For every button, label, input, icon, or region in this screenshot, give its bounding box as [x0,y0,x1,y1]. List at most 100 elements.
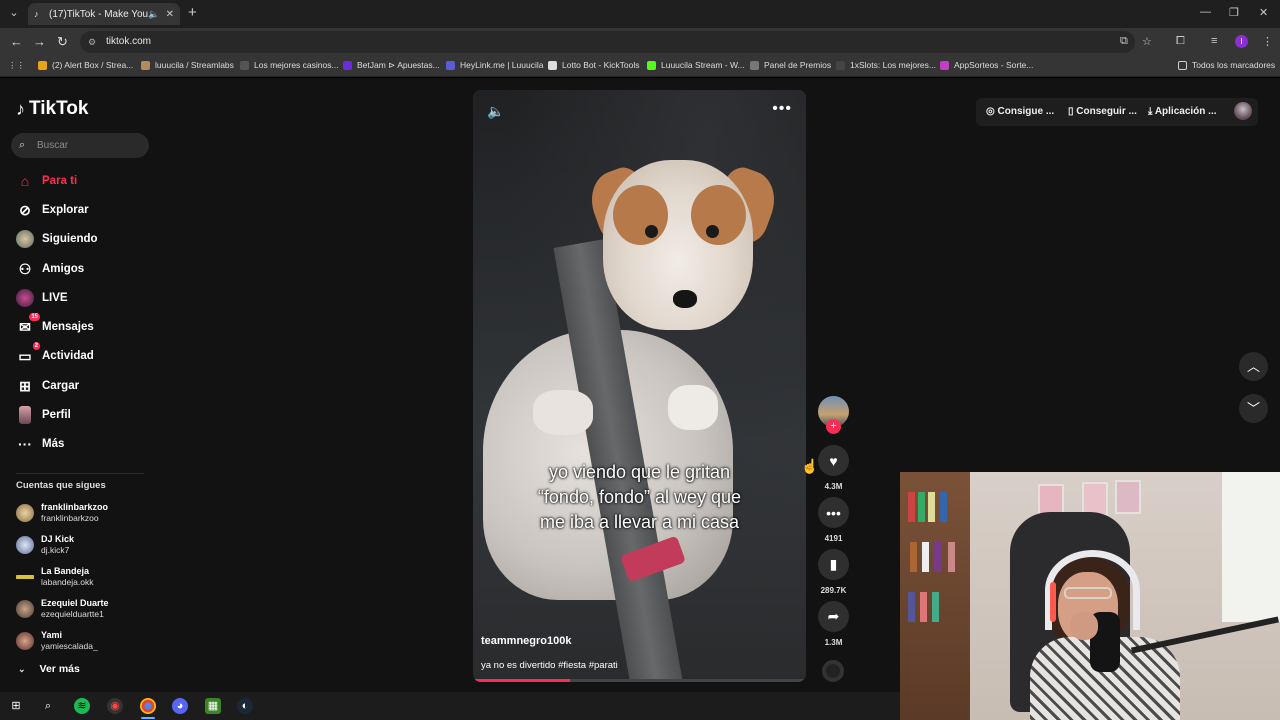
extensions-icon[interactable]: ⧠ [1176,35,1185,48]
volume-icon[interactable]: 🔈 [487,103,504,120]
bookmark-item[interactable]: luuucila / Streamlabs [141,60,234,70]
bookmark-favicon-icon [548,60,557,70]
nav-explore[interactable]: ⊘ Explorar [16,199,89,221]
comment-count: 4191 [824,534,843,543]
nav-more[interactable]: ··· Más [16,433,64,455]
save-button[interactable]: ▮ 289.7K [818,549,849,595]
more-options-icon[interactable]: ••• [772,100,792,118]
bookmark-item[interactable]: (2) Alert Box / Strea... [38,60,133,70]
followed-account[interactable]: franklinbarkzoo franklinbarkzoo [16,502,108,524]
video-author[interactable]: teammnegro100k [481,635,572,647]
new-tab-button[interactable]: + [188,4,197,21]
book [928,492,935,522]
address-toolbar: ← → ↻ ⚙ tiktok.com ⧉ ☆ ⧠ ≡ ⋮ [0,28,1280,56]
get-coins-button[interactable]: ◎ Consigue ... [986,106,1054,117]
nav-friends[interactable]: ⚇ Amigos [16,258,84,280]
get-app-button[interactable]: ▯ Conseguir ... [1068,106,1137,117]
discord-icon[interactable]: ◕ [172,698,188,714]
video-description[interactable]: ya no es divertido #fiesta #parati [481,660,618,671]
nav-upload[interactable]: ⊞ Cargar [16,375,79,397]
next-video-button[interactable]: ﹀ [1239,394,1268,423]
media-control-icon[interactable]: ≡ [1211,35,1217,47]
reload-button[interactable]: ↻ [57,34,68,50]
streamer-hand [1070,612,1098,640]
site-info-icon[interactable]: ⚙ [88,31,96,53]
friends-icon: ⚇ [18,260,32,277]
like-button[interactable]: ♥ 4.3M [818,445,849,491]
nav-live[interactable]: LIVE [16,287,68,309]
video-progress-fill [473,679,570,682]
book [910,542,917,572]
obs-icon[interactable]: ◉ [107,698,123,714]
nav-activity[interactable]: ▭ 2 Actividad [16,342,94,367]
dog-eye [645,225,658,238]
url-bar[interactable]: ⚙ tiktok.com [80,31,1135,53]
nav-profile[interactable]: Perfil [16,404,71,426]
header-actions: ◎ Consigue ... ▯ Conseguir ... ⤓ Aplicac… [976,98,1258,126]
minimize-button[interactable]: — [1200,6,1211,18]
steam-icon[interactable]: ◐ [237,698,253,714]
following-heading: Cuentas que sigues [16,480,106,491]
minecraft-icon[interactable]: ▦ [205,698,221,714]
bookmark-favicon-icon [647,60,656,70]
bookmark-item[interactable]: Los mejores casinos... [240,60,339,70]
followed-account[interactable]: DJ Kick dj.kick7 [16,534,74,556]
back-button[interactable]: ← [10,34,23,49]
windows-start-icon[interactable]: ⊞ [8,698,24,714]
bookmark-item[interactable]: Luuucila Stream - W... [647,60,745,70]
bookmark-item[interactable]: BetJam ⊳ Apuestas... [343,60,440,71]
all-bookmarks-folder[interactable]: Todos los marcadores [1178,60,1275,70]
followed-account[interactable]: Ezequiel Duarte ezequielduartte1 [16,598,109,620]
tab-list-button[interactable]: ⌄ [6,5,22,21]
book [922,542,929,572]
bookmark-star-icon[interactable]: ☆ [1142,35,1152,48]
tab-title: (17)TikTok - Make Your Day [49,8,149,20]
bookmark-item[interactable]: HeyLink.me | Luuucila [446,60,543,70]
video-player[interactable]: 🔈 ••• yo viendo que le gritan “fondo, fo… [473,90,806,682]
follow-plus-icon[interactable]: + [826,419,841,434]
chrome-icon[interactable] [140,698,156,714]
nav-following[interactable]: Siguiendo [16,228,98,250]
followed-account[interactable]: La Bandeja labandeja.okk [16,566,93,588]
maximize-button[interactable]: ❐ [1229,6,1239,19]
book [934,542,941,572]
bookmark-item[interactable]: Panel de Premios [750,60,831,70]
bookmark-item[interactable]: AppSorteos - Sorte... [940,60,1033,70]
book [948,542,955,572]
music-disc-icon[interactable] [822,660,844,682]
mic-arm [1131,616,1279,654]
avatar [16,568,34,586]
tiktok-logo[interactable]: ♪ TikTok [16,98,88,120]
more-icon: ··· [18,436,32,452]
video-progress-bar[interactable] [473,679,806,682]
browser-profile-avatar[interactable]: I [1235,35,1248,48]
tab-close-icon[interactable]: ✕ [166,9,174,20]
forward-button[interactable]: → [33,34,46,49]
download-app-button[interactable]: ⤓ Aplicación ... [1148,106,1217,117]
comment-button[interactable]: ••• 4191 [818,497,849,543]
see-more-button[interactable]: ⌄ Ver más [18,663,80,675]
close-window-button[interactable]: ✕ [1259,6,1268,19]
tiktok-note-icon: ♪ [16,98,25,119]
bookmark-item[interactable]: Lotto Bot - KickTools [548,60,639,70]
avatar [16,504,34,522]
nav-for-you[interactable]: ⌂ Para ti [16,170,77,192]
followed-account[interactable]: Yami yamiescalada_ [16,630,98,652]
previous-video-button[interactable]: ︿ [1239,352,1268,381]
apps-grid-icon[interactable]: ⋮⋮ [8,60,25,71]
spotify-icon[interactable]: ≋ [74,698,90,714]
book [918,492,925,522]
nav-messages[interactable]: ✉ 15 Mensajes [16,313,94,338]
user-avatar[interactable] [1234,102,1252,120]
install-app-icon[interactable]: ⧉ [1120,35,1128,48]
taskbar-search-icon[interactable]: ⌕ [40,698,56,714]
following-avatar-icon [16,230,34,248]
search-input[interactable]: ⌕ Buscar [11,133,149,158]
browser-tab[interactable]: ♪ (17)TikTok - Make Your Day 🔈 ✕ [28,3,180,25]
bookmark-item[interactable]: 1xSlots: Los mejores... [836,60,936,70]
browser-menu-icon[interactable]: ⋮ [1262,35,1273,48]
tab-audio-icon[interactable]: 🔈 [148,9,159,20]
heart-icon: ♥ [818,445,849,476]
share-button[interactable]: ➦ 1.3M [818,601,849,647]
sidebar-divider [16,473,144,474]
